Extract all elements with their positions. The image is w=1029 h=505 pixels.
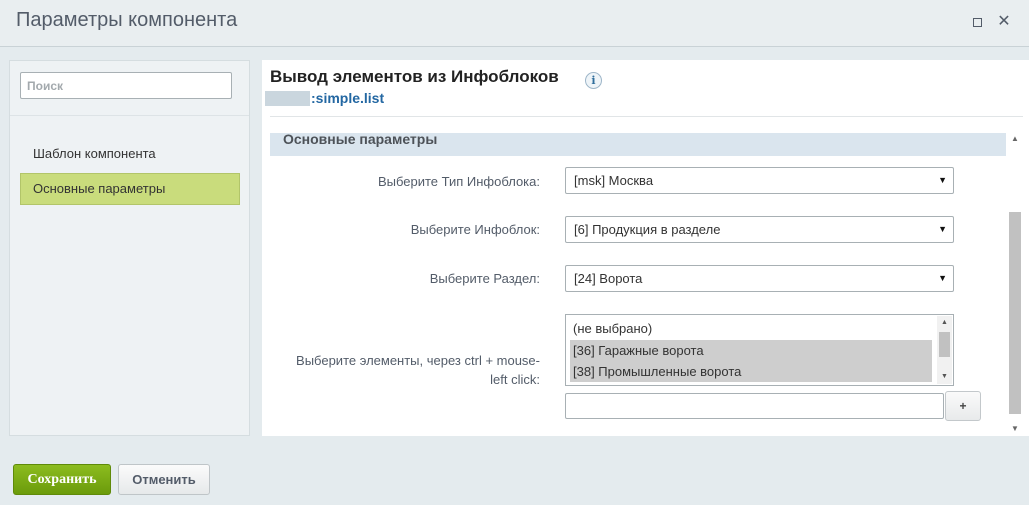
sidebar-item-label: Шаблон компонента bbox=[33, 146, 156, 161]
redacted-namespace bbox=[265, 91, 310, 106]
content-panel: Вывод элементов из Инфоблоков i :simple.… bbox=[262, 60, 1029, 436]
content-scrollbar[interactable]: ▲ ▼ bbox=[1008, 132, 1022, 436]
scroll-up-icon[interactable]: ▲ bbox=[937, 317, 952, 329]
sidebar: Шаблон компонента Основные параметры bbox=[9, 60, 250, 436]
sidebar-item-template[interactable]: Шаблон компонента bbox=[20, 138, 240, 170]
section-select[interactable]: [24] Ворота ▼ bbox=[565, 265, 954, 292]
scroll-down-icon[interactable]: ▼ bbox=[1008, 422, 1022, 436]
maximize-icon[interactable] bbox=[969, 14, 985, 30]
sidebar-item-label: Основные параметры bbox=[33, 181, 166, 196]
add-element-button[interactable]: + bbox=[945, 391, 981, 421]
elements-label-line1: Выберите элементы, через ctrl + mouse- bbox=[296, 353, 540, 368]
scroll-up-icon[interactable]: ▲ bbox=[1008, 132, 1022, 146]
element-id-input[interactable] bbox=[565, 393, 944, 419]
iblock-type-label: Выберите Тип Инфоблока: bbox=[377, 174, 540, 189]
multiselect-option[interactable]: [38] Промышленные ворота bbox=[570, 361, 932, 382]
iblock-type-select[interactable]: [msk] Москва ▼ bbox=[565, 167, 954, 194]
multiselect-option[interactable]: [36] Гаражные ворота bbox=[570, 340, 932, 361]
iblock-label: Выберите Инфоблок: bbox=[410, 222, 540, 237]
component-title: Вывод элементов из Инфоблоков bbox=[270, 67, 559, 86]
search-input[interactable] bbox=[20, 72, 232, 99]
sidebar-item-main-params[interactable]: Основные параметры bbox=[20, 173, 240, 205]
dialog-titlebar: Параметры компонента ✕ bbox=[0, 0, 1029, 47]
dropdown-arrow-icon: ▼ bbox=[938, 224, 947, 234]
elements-multiselect[interactable]: (не выбрано) [36] Гаражные ворота [38] П… bbox=[565, 314, 954, 386]
save-button[interactable]: Сохранить bbox=[13, 464, 111, 495]
section-label: Выберите Раздел: bbox=[429, 271, 540, 286]
select-value: [msk] Москва bbox=[574, 173, 654, 188]
dropdown-arrow-icon: ▼ bbox=[938, 273, 947, 283]
elements-label: Выберите элементы, через ctrl + mouse- l… bbox=[270, 351, 540, 389]
close-icon[interactable]: ✕ bbox=[996, 14, 1012, 30]
params-scroll-area: Основные параметры Выберите Тип Инфоблок… bbox=[270, 133, 1025, 434]
dialog-title: Параметры компонента bbox=[16, 9, 238, 31]
component-template-name: :simple.list bbox=[311, 90, 385, 106]
cancel-button[interactable]: Отменить bbox=[118, 464, 210, 495]
select-value: [6] Продукция в разделе bbox=[574, 222, 721, 237]
dropdown-arrow-icon: ▼ bbox=[938, 175, 947, 185]
scroll-thumb[interactable] bbox=[1009, 212, 1021, 414]
scroll-down-icon[interactable]: ▼ bbox=[937, 371, 952, 383]
sidebar-divider bbox=[10, 115, 249, 116]
multiselect-scrollbar[interactable]: ▲ ▼ bbox=[937, 316, 952, 384]
section-header: Основные параметры bbox=[270, 133, 1006, 156]
select-value: [24] Ворота bbox=[574, 271, 643, 286]
iblock-select[interactable]: [6] Продукция в разделе ▼ bbox=[565, 216, 954, 243]
content-header: Вывод элементов из Инфоблоков i :simple.… bbox=[265, 67, 1023, 117]
multiselect-option[interactable]: (не выбрано) bbox=[570, 318, 932, 339]
scroll-thumb[interactable] bbox=[939, 332, 950, 357]
elements-label-line2: left click: bbox=[490, 372, 540, 387]
info-icon[interactable]: i bbox=[585, 72, 602, 89]
